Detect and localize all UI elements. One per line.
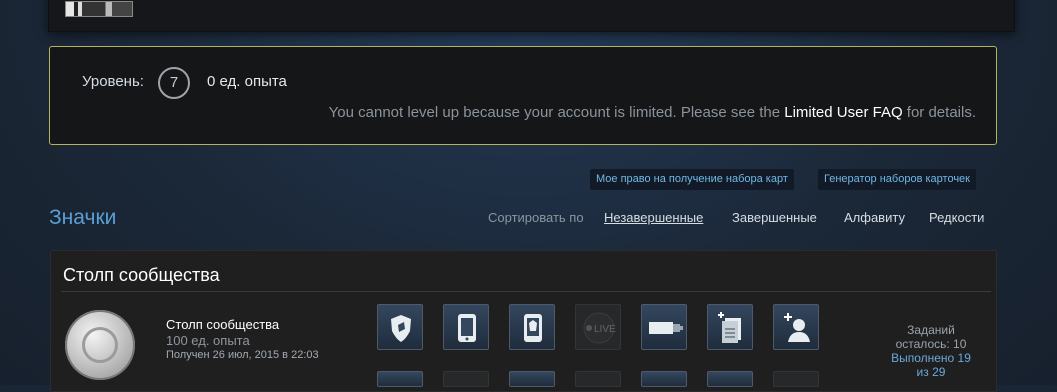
badge-date: Получен 26 июл, 2015 в 22:03 [166,349,319,361]
avatar[interactable] [65,1,133,17]
sort-label: Сортировать по [488,210,584,225]
add-friend-icon[interactable] [773,304,819,350]
badge-coin-icon[interactable] [65,310,135,380]
booster-creator-button[interactable]: Генератор наборов карточек [818,169,976,190]
xp-text: 0 ед. опыта [207,73,287,90]
tasks-total[interactable]: из 29 [881,365,981,379]
badge-name: Столп сообщества [166,317,280,332]
task-status: Заданий осталось: 10 Выполнено 19 из 29 [881,323,981,379]
limited-account-message: You cannot level up because your account… [329,104,976,121]
mobile-confirm-icon[interactable] [509,304,555,350]
badge-xp: 100 ед. опыта [166,333,250,348]
sort-rarity[interactable]: Редкости [929,210,984,225]
level-label: Уровень: [82,73,144,90]
badge-panel: Столп сообщества Столп сообщества 100 ед… [50,250,997,392]
level-box: Уровень: 7 0 ед. опыта You cannot level … [49,46,997,145]
badges-title: Значки [49,206,117,229]
documents-add-icon[interactable] [707,304,753,350]
limited-message-suffix: for details. [906,104,976,121]
live-text: LIVE [594,324,616,335]
tasks-completed[interactable]: Выполнено 19 [881,351,981,365]
profile-header [48,0,1015,32]
badge-panel-title[interactable]: Столп сообщества [63,265,220,286]
limited-faq-link[interactable]: Limited User FAQ [784,104,902,121]
shield-icon[interactable] [377,304,423,350]
phone-icon[interactable] [443,304,489,350]
sort-completed[interactable]: Завершенные [732,210,817,225]
divider [61,291,991,292]
plug-icon[interactable] [641,304,687,350]
card-eligibility-button[interactable]: Мое право на получение набора карт [590,169,794,190]
tasks-remaining: осталось: 10 [895,337,967,351]
live-broadcast-icon[interactable]: LIVE [575,304,621,350]
level-badge: 7 [158,67,190,99]
sort-incomplete[interactable]: Незавершенные [604,210,703,225]
limited-message-text: You cannot level up because your account… [328,104,781,121]
sort-alphabetical[interactable]: Алфавиту [844,210,905,225]
tasks-remaining-label: Заданий [907,323,955,337]
